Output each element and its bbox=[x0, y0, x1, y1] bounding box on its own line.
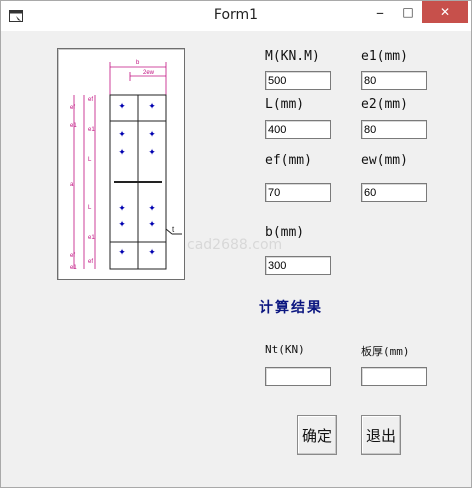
maximize-icon: □ bbox=[402, 5, 414, 19]
svg-text:✦: ✦ bbox=[118, 102, 126, 112]
dim-l-left-1: L bbox=[88, 157, 92, 163]
svg-text:✦: ✦ bbox=[148, 148, 156, 158]
input-m[interactable] bbox=[265, 71, 331, 90]
svg-text:✦: ✦ bbox=[118, 130, 126, 140]
svg-text:✦: ✦ bbox=[118, 204, 126, 214]
ok-button[interactable]: 确定 bbox=[297, 415, 337, 455]
dim-b: b bbox=[136, 60, 140, 66]
close-button[interactable]: ✕ bbox=[422, 1, 468, 23]
label-m: M(KN.M) bbox=[265, 49, 320, 64]
exit-button-label: 退出 bbox=[365, 426, 396, 445]
input-ew[interactable] bbox=[361, 183, 427, 202]
dim-e1-outer-2: e1 bbox=[70, 265, 77, 271]
dim-2ew: 2ew bbox=[143, 70, 155, 76]
output-thickness[interactable] bbox=[361, 367, 427, 386]
dim-e1-left-1: e1 bbox=[88, 127, 95, 133]
input-b[interactable] bbox=[265, 256, 331, 275]
thickness-callout: t bbox=[172, 225, 175, 234]
input-e1[interactable] bbox=[361, 71, 427, 90]
exit-button[interactable]: 退出 bbox=[361, 415, 401, 455]
dim-ef-outer-1: ef bbox=[70, 105, 75, 111]
form-client-area: b 2ew ef e1 L a L e1 ef ef e1 ef e1 t ✦ … bbox=[9, 31, 463, 479]
results-title: 计算结果 bbox=[259, 300, 323, 316]
svg-text:✦: ✦ bbox=[118, 248, 126, 258]
dim-l-left-2: L bbox=[88, 205, 92, 211]
maximize-button[interactable]: □ bbox=[395, 1, 421, 23]
svg-text:✦: ✦ bbox=[148, 248, 156, 258]
dim-a: a bbox=[70, 182, 74, 188]
label-e2: e2(mm) bbox=[361, 97, 408, 112]
plates bbox=[109, 94, 182, 270]
svg-text:✦: ✦ bbox=[148, 102, 156, 112]
label-thickness: 板厚(mm) bbox=[361, 345, 410, 358]
input-e2[interactable] bbox=[361, 120, 427, 139]
svg-text:✦: ✦ bbox=[118, 220, 126, 230]
label-e1: e1(mm) bbox=[361, 49, 408, 64]
input-l[interactable] bbox=[265, 120, 331, 139]
svg-text:✦: ✦ bbox=[148, 130, 156, 140]
label-ew: ew(mm) bbox=[361, 153, 408, 168]
bolt-markers: ✦ ✦ ✦ ✦ ✦ ✦ ✦ ✦ ✦ ✦ ✦ ✦ bbox=[118, 102, 156, 258]
dim-ef-left-1: ef bbox=[88, 97, 93, 103]
label-ef: ef(mm) bbox=[265, 153, 312, 168]
input-ef[interactable] bbox=[265, 183, 331, 202]
dim-e1-outer-1: e1 bbox=[70, 123, 77, 129]
app-window: Form1 – □ ✕ b 2ew ef e1 L a L e1 ef ef e… bbox=[0, 0, 472, 488]
dim-ef-left-2: ef bbox=[88, 259, 93, 265]
label-b: b(mm) bbox=[265, 225, 305, 240]
ok-button-label: 确定 bbox=[301, 426, 332, 445]
minimize-icon: – bbox=[376, 2, 384, 22]
title-bar: Form1 – □ ✕ bbox=[1, 1, 471, 31]
svg-text:✦: ✦ bbox=[148, 220, 156, 230]
svg-text:✦: ✦ bbox=[118, 148, 126, 158]
minimize-button[interactable]: – bbox=[367, 1, 393, 23]
dim-e1-left-2: e1 bbox=[88, 235, 95, 241]
label-nt: Nt(KN) bbox=[265, 343, 305, 356]
close-icon: ✕ bbox=[439, 5, 451, 19]
dim-ef-outer-2: ef bbox=[70, 253, 75, 259]
joint-diagram: b 2ew ef e1 L a L e1 ef ef e1 ef e1 t ✦ … bbox=[57, 48, 185, 280]
label-l: L(mm) bbox=[265, 97, 305, 112]
svg-text:✦: ✦ bbox=[148, 204, 156, 214]
output-nt[interactable] bbox=[265, 367, 331, 386]
bolted-plate-drawing: b 2ew ef e1 L a L e1 ef ef e1 ef e1 t ✦ … bbox=[70, 60, 182, 271]
